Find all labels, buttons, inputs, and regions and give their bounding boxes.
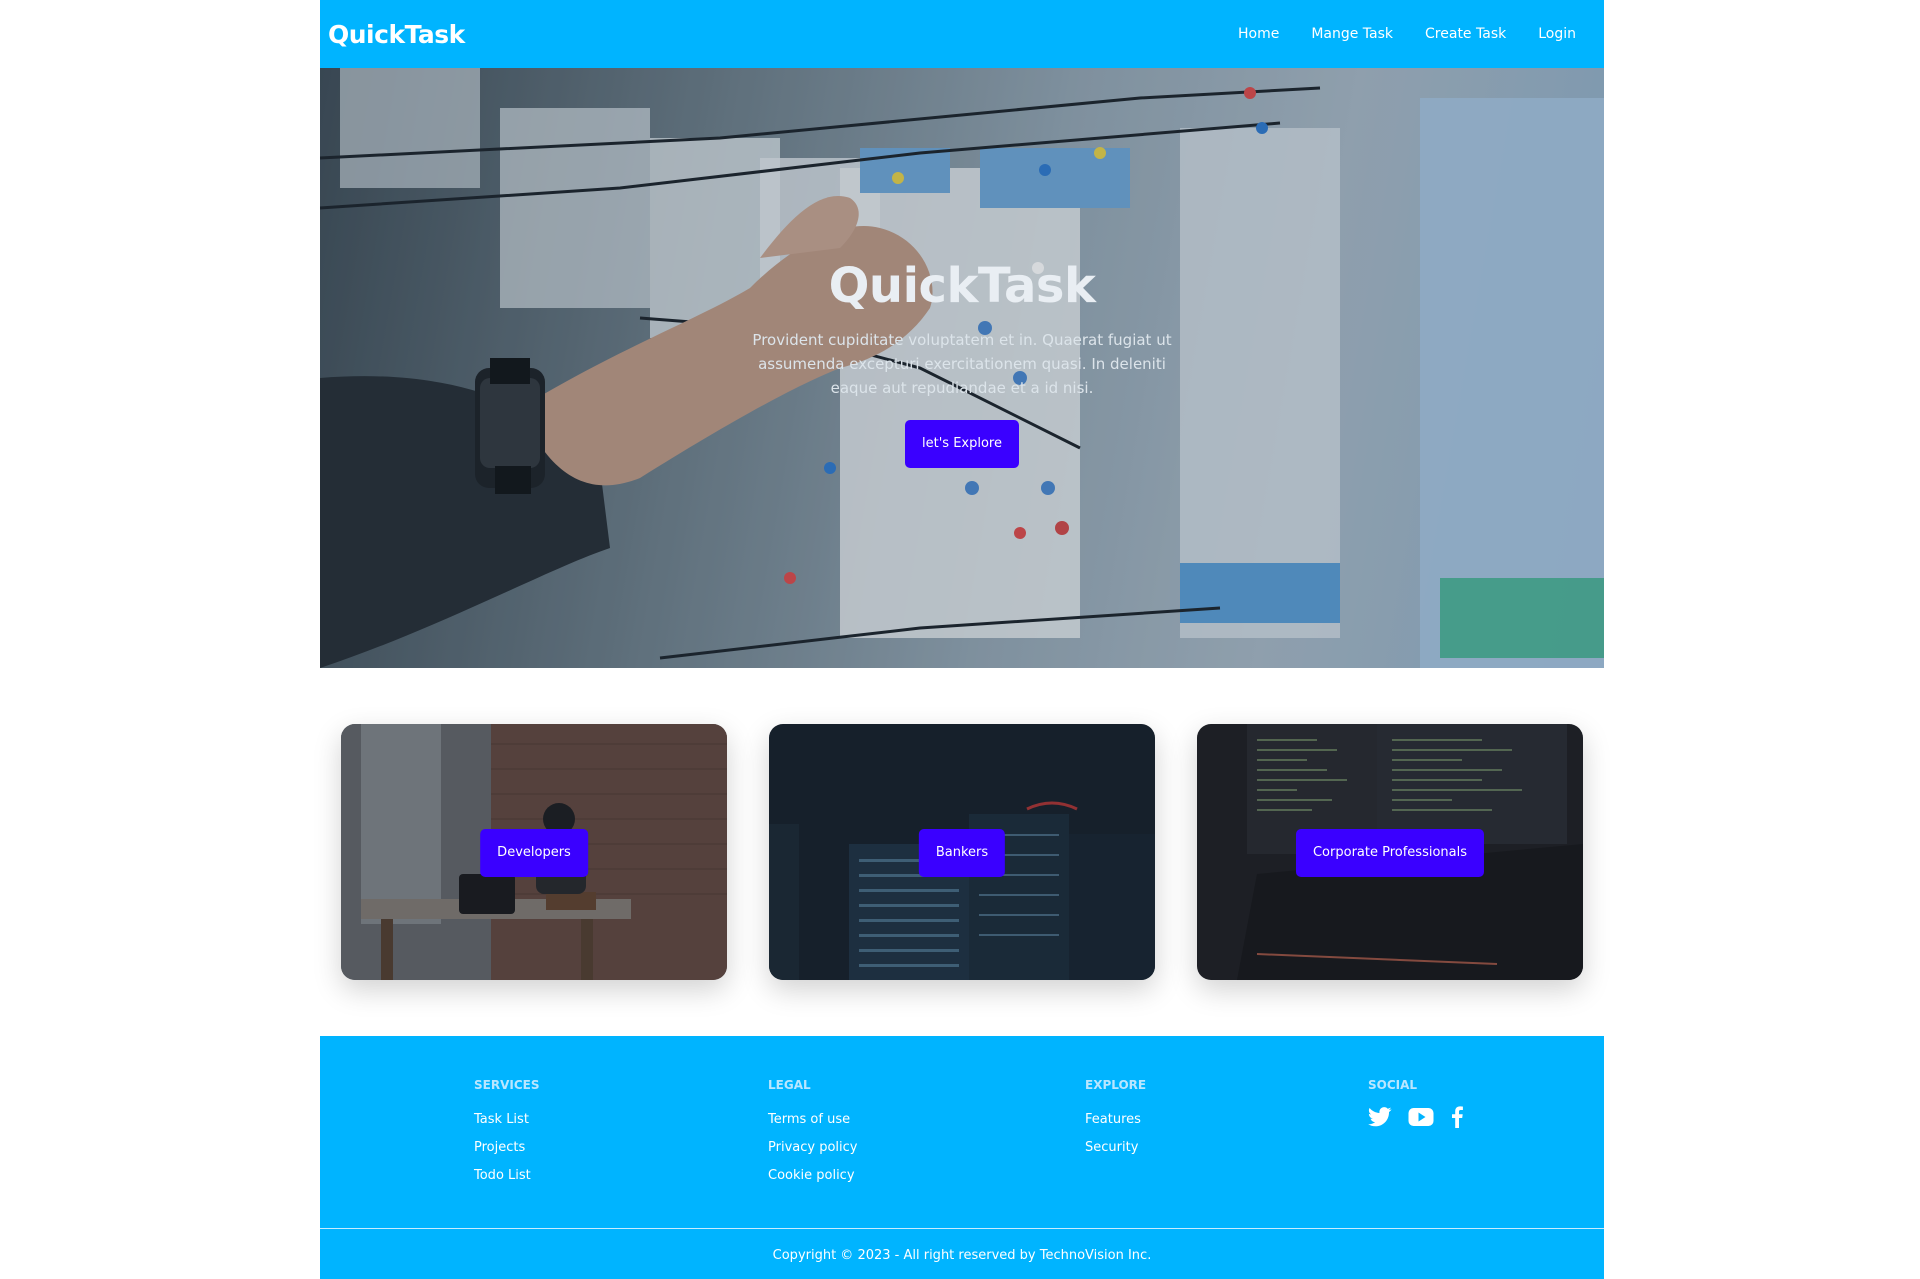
footer-heading-legal: LEGAL — [768, 1078, 811, 1092]
youtube-icon[interactable] — [1408, 1107, 1434, 1127]
footer-link-todo-list[interactable]: Todo List — [474, 1162, 539, 1190]
footer-link-security[interactable]: Security — [1085, 1134, 1146, 1162]
footer-link-projects[interactable]: Projects — [474, 1134, 539, 1162]
card-bankers[interactable]: Bankers — [769, 724, 1155, 980]
footer-link-features[interactable]: Features — [1085, 1106, 1146, 1134]
footer: SERVICES Task List Projects Todo List LE… — [320, 1036, 1604, 1279]
navbar: QuickTask Home Mange Task Create Task Lo… — [320, 0, 1604, 68]
developers-button[interactable]: Developers — [480, 829, 588, 877]
card-corporate-professionals[interactable]: Corporate Professionals — [1197, 724, 1583, 980]
footer-heading-services: SERVICES — [474, 1078, 540, 1092]
hero-description: Provident cupiditate voluptatem et in. Q… — [752, 331, 1172, 397]
nav-link-manage-task[interactable]: Mange Task — [1311, 26, 1393, 42]
footer-col-services: SERVICES Task List Projects Todo List — [474, 1078, 539, 1190]
footer-heading-social: SOCIAL — [1368, 1078, 1418, 1092]
hero-content: QuickTask Provident cupiditate voluptate… — [320, 258, 1604, 468]
copyright-text: Copyright © 2023 - All right reserved by… — [772, 1248, 1152, 1263]
hero-section: QuickTask Provident cupiditate voluptate… — [320, 68, 1604, 668]
card-developers[interactable]: Developers — [341, 724, 727, 980]
nav-link-create-task[interactable]: Create Task — [1425, 26, 1506, 42]
footer-col-legal: LEGAL Terms of use Privacy policy Cookie… — [768, 1078, 857, 1190]
twitter-icon[interactable] — [1368, 1107, 1392, 1127]
social-icons — [1368, 1106, 1464, 1128]
footer-link-terms[interactable]: Terms of use — [768, 1106, 857, 1134]
hero-title: QuickTask — [828, 258, 1096, 314]
footer-col-social: SOCIAL — [1368, 1078, 1464, 1128]
nav-link-login[interactable]: Login — [1538, 26, 1576, 42]
nav-links: Home Mange Task Create Task Login — [1238, 26, 1576, 42]
footer-col-explore: EXPLORE Features Security — [1085, 1078, 1146, 1162]
page: QuickTask Home Mange Task Create Task Lo… — [320, 0, 1604, 1279]
footer-divider — [320, 1228, 1604, 1229]
brand-logo[interactable]: QuickTask — [328, 20, 465, 49]
footer-link-privacy[interactable]: Privacy policy — [768, 1134, 857, 1162]
bankers-button[interactable]: Bankers — [918, 829, 1006, 877]
facebook-icon[interactable] — [1450, 1106, 1464, 1128]
audience-cards: Developers Bankers Corporate Professiona… — [320, 724, 1604, 980]
footer-heading-explore: EXPLORE — [1085, 1078, 1147, 1092]
corporate-professionals-button[interactable]: Corporate Professionals — [1295, 829, 1485, 877]
footer-link-cookie[interactable]: Cookie policy — [768, 1162, 857, 1190]
nav-link-home[interactable]: Home — [1238, 26, 1279, 42]
footer-link-task-list[interactable]: Task List — [474, 1106, 539, 1134]
explore-button[interactable]: let's Explore — [905, 420, 1019, 468]
